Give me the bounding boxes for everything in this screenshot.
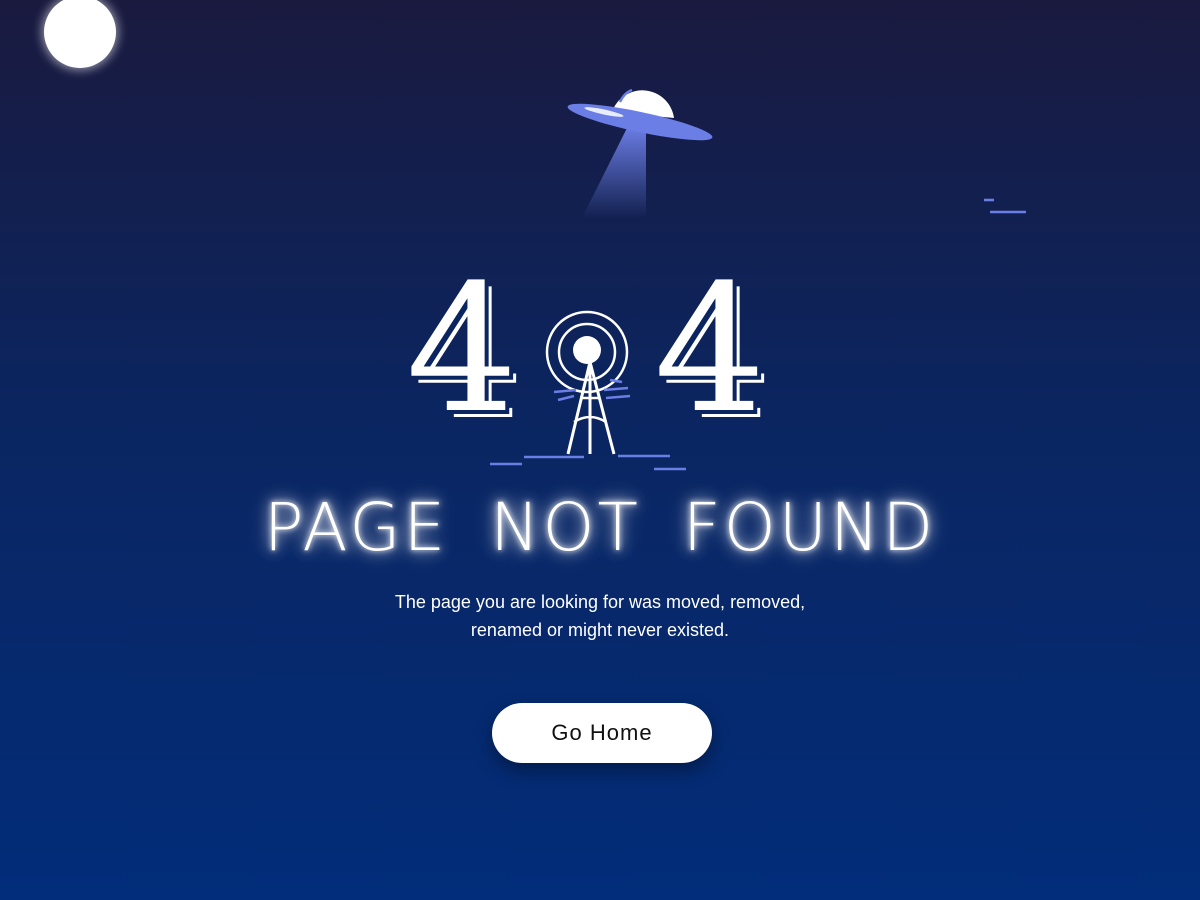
decorative-dashes <box>984 198 1026 214</box>
ground-dashes <box>490 454 686 471</box>
error-message-line-1: The page you are looking for was moved, … <box>394 592 806 612</box>
error-message-line-2: renamed or might never existed. <box>470 620 730 640</box>
radio-tower-icon <box>545 310 631 455</box>
error-digit-left: 4 <box>406 247 518 452</box>
error-digit-right: 4 <box>654 247 766 452</box>
page-title: PAGE NOT FOUND <box>263 489 937 566</box>
error-message: The page you are looking for was moved, … <box>340 588 860 644</box>
error-404-figure: 4 4 <box>400 262 800 480</box>
moon-icon <box>44 0 116 68</box>
ufo-icon <box>567 88 713 218</box>
go-home-button[interactable]: Go Home <box>492 703 712 763</box>
